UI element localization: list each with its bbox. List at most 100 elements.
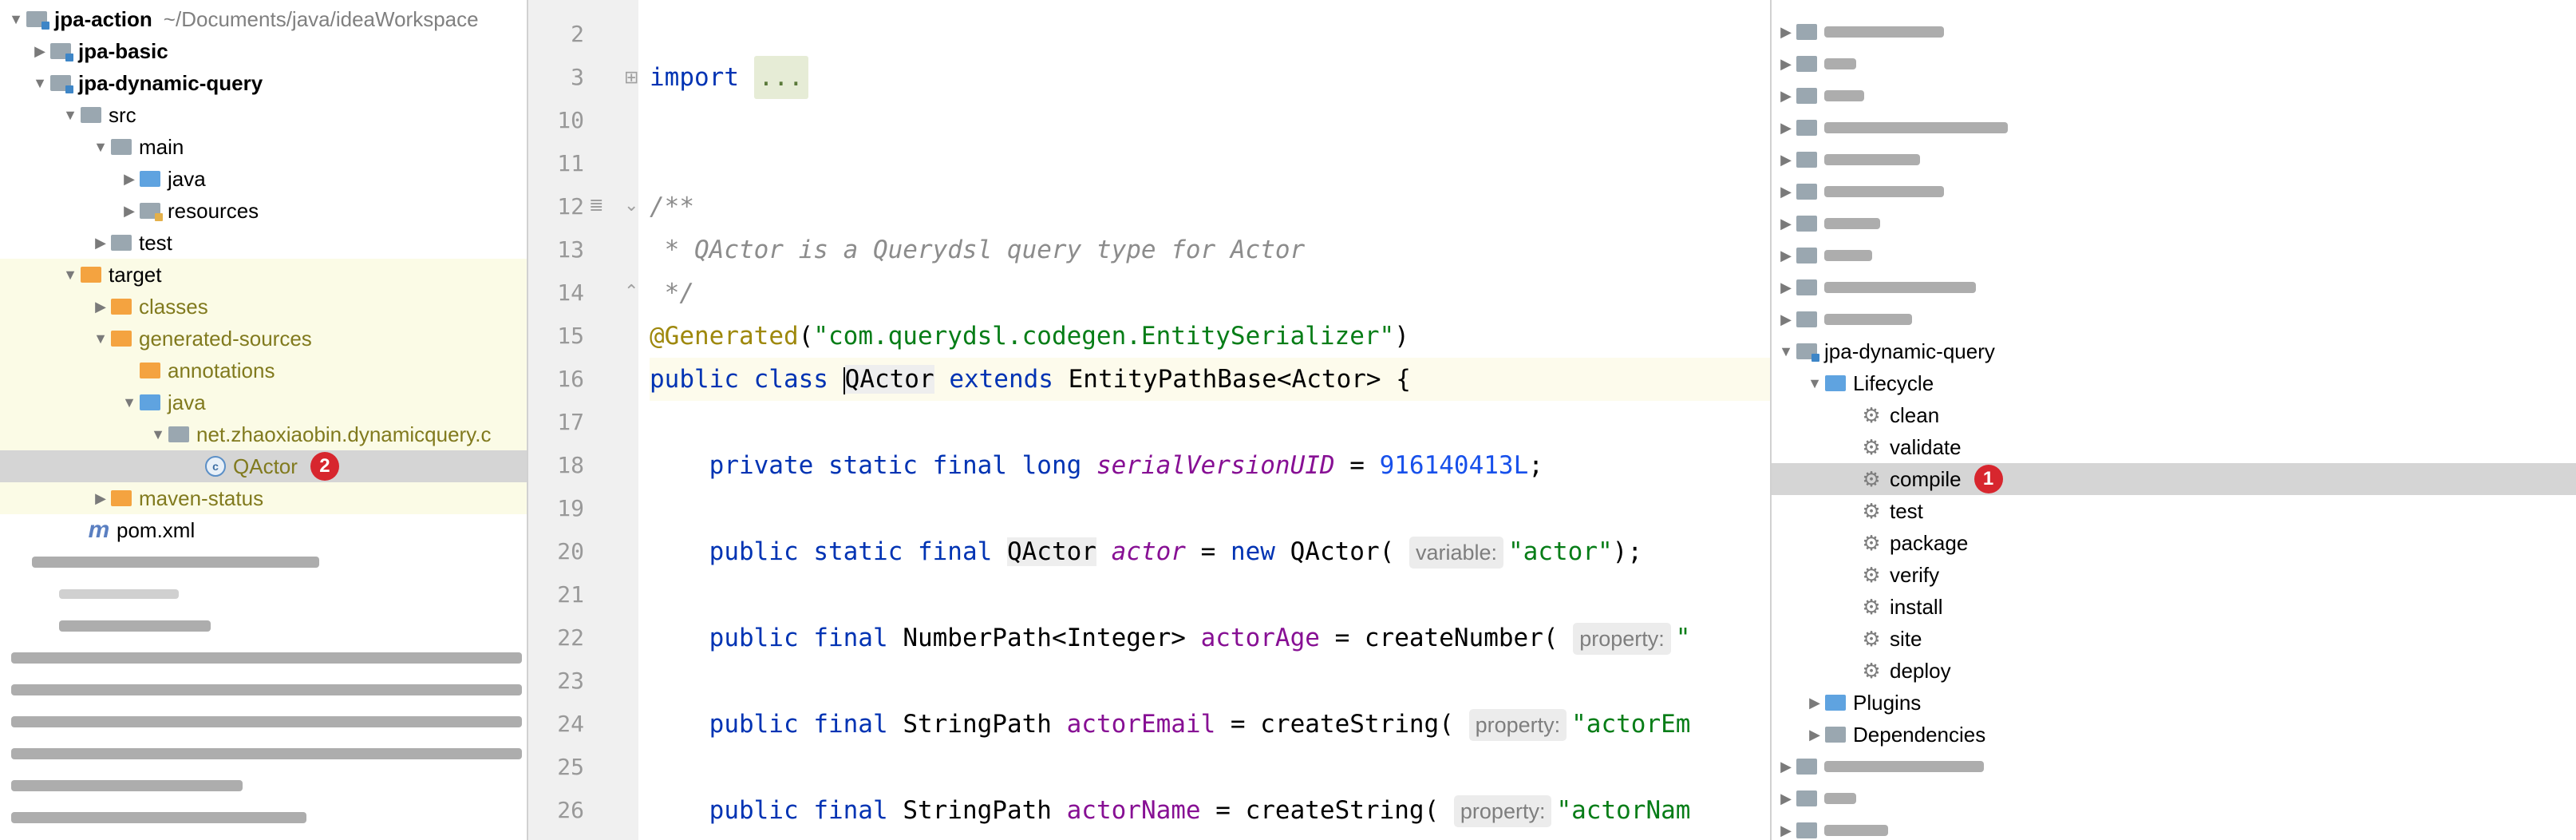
line-number: 2 — [571, 21, 584, 47]
chevron-right-icon[interactable]: ▶ — [91, 291, 110, 323]
source-folder-icon — [139, 163, 161, 195]
code-token: serialVersionUID — [1096, 451, 1335, 480]
chevron-down-icon[interactable]: ▼ — [6, 3, 26, 35]
chevron-down-icon[interactable]: ▼ — [91, 131, 110, 163]
fold-icon[interactable]: ⌃ — [624, 281, 638, 302]
code-token: final — [813, 624, 888, 652]
chevron-down-icon[interactable]: ▼ — [1805, 367, 1824, 399]
maven-goal-clean[interactable]: ⚙ clean — [1772, 399, 2576, 431]
tree-item-label: jpa-dynamic-query — [78, 70, 263, 95]
code-line-12: /** — [650, 192, 694, 221]
tree-item-jpa-basic[interactable]: ▶ jpa-basic — [0, 35, 527, 67]
blurred-tree-item — [0, 770, 527, 802]
chevron-down-icon[interactable]: ▼ — [30, 67, 49, 99]
goal-label: install — [1890, 594, 1943, 619]
excluded-folder-icon — [110, 291, 132, 323]
chevron-down-icon[interactable]: ▼ — [1776, 335, 1796, 367]
chevron-right-icon[interactable]: ▶ — [91, 227, 110, 259]
rendered-doc-icon[interactable]: ≣ — [589, 195, 603, 216]
tree-item-label: QActor — [233, 454, 298, 478]
blurred-tree-item — [0, 674, 527, 706]
tree-item-main[interactable]: ▼ main — [0, 131, 527, 163]
gear-icon: ⚙ — [1862, 658, 1881, 683]
tree-item-annotations[interactable]: annotations — [0, 355, 527, 386]
tree-item-jpa-dynamic-query[interactable]: ▼ jpa-dynamic-query — [0, 67, 527, 99]
line-number: 24 — [557, 711, 584, 737]
line-number: 18 — [557, 452, 584, 478]
tree-item-label: test — [139, 230, 172, 255]
chevron-down-icon[interactable]: ▼ — [91, 323, 110, 355]
code-token: " — [1675, 624, 1691, 652]
tree-item-generated-sources[interactable]: ▼ generated-sources — [0, 323, 527, 355]
chevron-down-icon[interactable]: ▼ — [120, 386, 139, 418]
folder-icon — [110, 131, 132, 163]
tree-item-src[interactable]: ▼ src — [0, 99, 527, 131]
maven-goal-deploy[interactable]: ⚙ deploy — [1772, 655, 2576, 687]
tree-item-jpa-action[interactable]: ▼ jpa-action ~/Documents/java/ideaWorksp… — [0, 3, 527, 35]
maven-goal-compile[interactable]: ⚙ compile 1 — [1772, 463, 2576, 495]
blurred-tree-item — [0, 802, 527, 834]
tree-item-package[interactable]: ▼ net.zhaoxiaobin.dynamicquery.c — [0, 418, 527, 450]
maven-goal-test[interactable]: ⚙ test — [1772, 495, 2576, 527]
chevron-right-icon[interactable]: ▶ — [120, 163, 139, 195]
tree-item-label: annotations — [168, 358, 275, 382]
blurred-maven-project: ▶ — [1772, 208, 2576, 240]
code-token: final — [813, 796, 888, 825]
code-editor[interactable]: 2 3 10 11 12 13 14 15 16 17 18 19 20 21 … — [528, 0, 1770, 840]
code-line-26: public final StringPath actorName = crea… — [650, 789, 1770, 832]
step-badge: 2 — [310, 452, 339, 481]
maven-dependencies[interactable]: ▶ Dependencies — [1772, 719, 2576, 751]
plugins-folder-icon — [1824, 687, 1847, 719]
code-token: EntityPathBase<Actor> { — [1068, 365, 1411, 394]
maven-project-label: jpa-dynamic-query — [1824, 339, 1995, 363]
code-token: private — [709, 451, 814, 480]
goal-label: validate — [1890, 434, 1962, 459]
tree-item-java[interactable]: ▶ java — [0, 163, 527, 195]
tree-item-maven-status[interactable]: ▶ maven-status — [0, 482, 527, 514]
tree-item-label: jpa-action — [54, 6, 152, 31]
lifecycle-label: Lifecycle — [1853, 370, 1934, 395]
code-token: ( — [798, 322, 814, 351]
chevron-right-icon[interactable]: ▶ — [30, 35, 49, 67]
fold-icon[interactable]: ⊞ — [624, 67, 638, 88]
chevron-down-icon[interactable]: ▼ — [61, 259, 80, 291]
code-token: public — [709, 537, 799, 566]
fold-icon[interactable]: ⌄ — [624, 195, 638, 216]
maven-goal-package[interactable]: ⚙ package — [1772, 527, 2576, 559]
blurred-maven-project: ▶ — [1772, 814, 2576, 840]
tree-item-classes[interactable]: ▶ classes — [0, 291, 527, 323]
code-line-24: public final StringPath actorEmail = cre… — [650, 703, 1770, 746]
folded-imports[interactable]: ... — [753, 56, 808, 99]
blurred-maven-project: ▶ — [1772, 112, 2576, 144]
goal-label: deploy — [1890, 658, 1951, 683]
tree-item-test[interactable]: ▶ test — [0, 227, 527, 259]
maven-goal-install[interactable]: ⚙ install — [1772, 591, 2576, 623]
code-line-15: @Generated("com.querydsl.codegen.EntityS… — [650, 315, 1770, 358]
maven-plugins[interactable]: ▶ Plugins — [1772, 687, 2576, 719]
tree-item-label: jpa-basic — [78, 38, 168, 63]
code-token: 916140413L — [1379, 451, 1529, 480]
maven-goal-validate[interactable]: ⚙ validate — [1772, 431, 2576, 463]
tree-item-resources[interactable]: ▶ resources — [0, 195, 527, 227]
chevron-down-icon[interactable]: ▼ — [148, 418, 168, 450]
blurred-maven-project: ▶ — [1772, 48, 2576, 80]
chevron-down-icon[interactable]: ▼ — [61, 99, 80, 131]
chevron-right-icon[interactable]: ▶ — [1805, 719, 1824, 751]
tree-item-generated-java[interactable]: ▼ java — [0, 386, 527, 418]
gear-icon: ⚙ — [1862, 562, 1881, 587]
code-token: = createString( — [1215, 710, 1454, 739]
chevron-right-icon[interactable]: ▶ — [120, 195, 139, 227]
tree-item-pom[interactable]: m pom.xml — [0, 514, 527, 546]
chevron-right-icon[interactable]: ▶ — [1805, 687, 1824, 719]
maven-goal-verify[interactable]: ⚙ verify — [1772, 559, 2576, 591]
maven-goal-site[interactable]: ⚙ site — [1772, 623, 2576, 655]
tree-item-qactor[interactable]: c QActor 2 — [0, 450, 527, 482]
chevron-right-icon[interactable]: ▶ — [91, 482, 110, 514]
maven-project-jpa-dynamic-query[interactable]: ▼ jpa-dynamic-query — [1772, 335, 2576, 367]
maven-lifecycle[interactable]: ▼ Lifecycle — [1772, 367, 2576, 399]
tree-item-target[interactable]: ▼ target — [0, 259, 527, 291]
code-token: "com.querydsl.codegen.EntitySerializer" — [813, 322, 1395, 351]
blurred-maven-project: ▶ — [1772, 80, 2576, 112]
code-line-18: private static final long serialVersionU… — [650, 444, 1770, 487]
blurred-tree-item — [0, 642, 527, 674]
